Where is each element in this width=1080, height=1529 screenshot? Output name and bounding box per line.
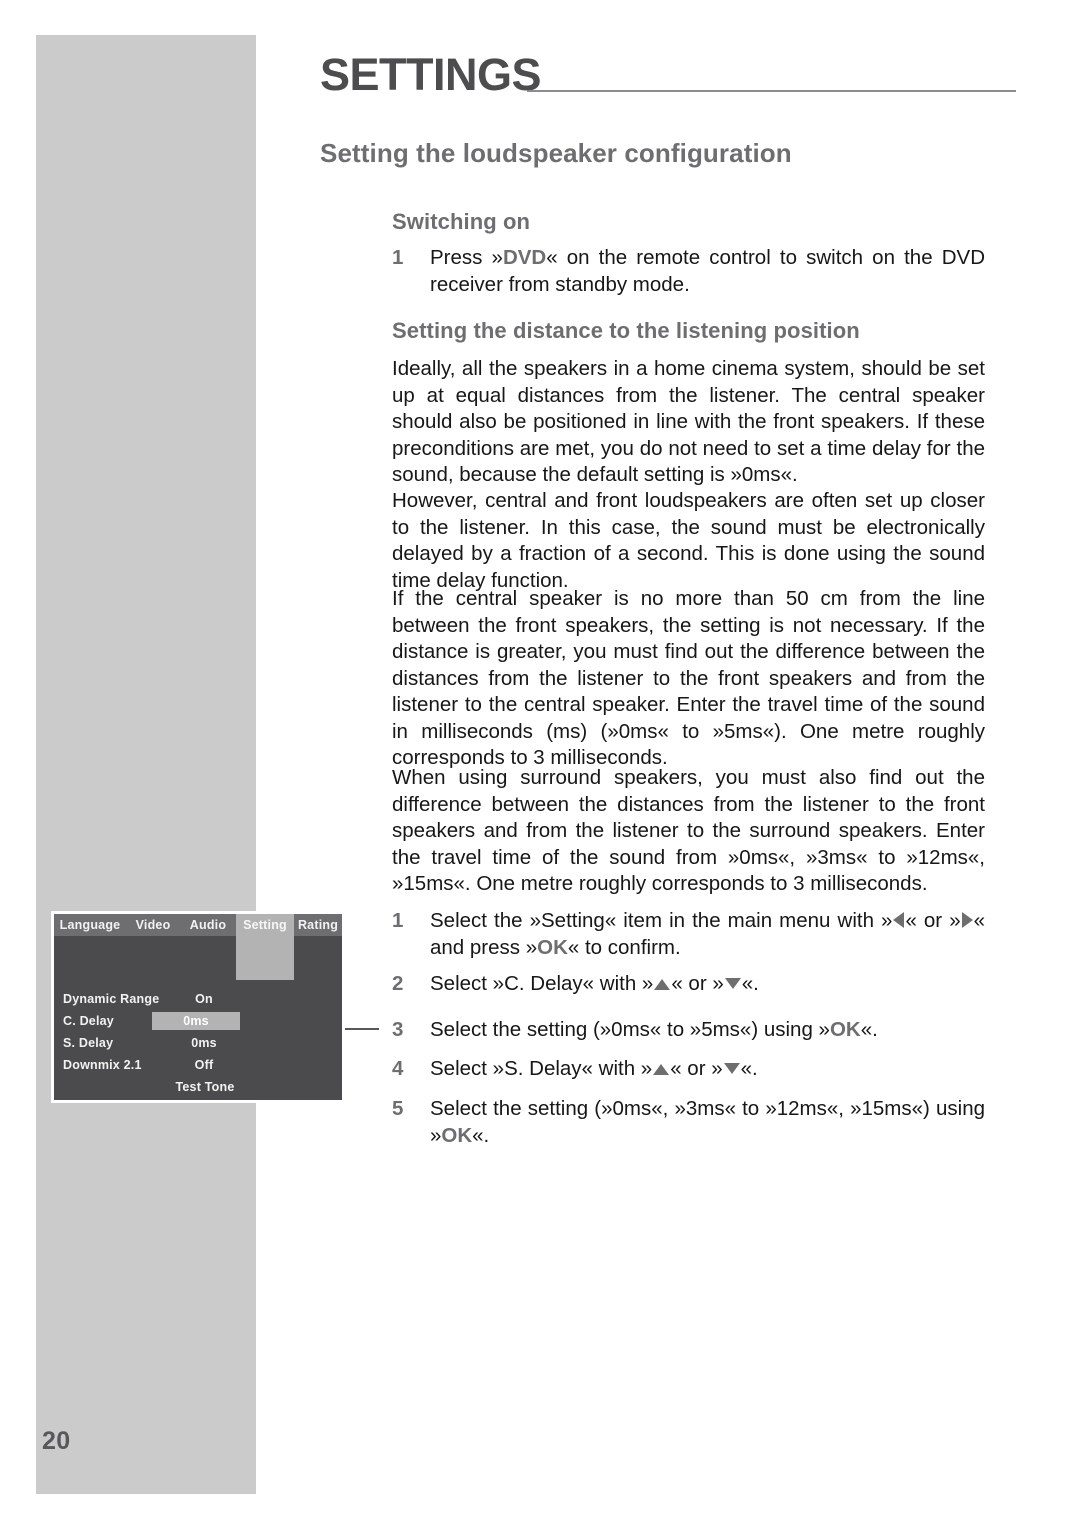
step-text: Press »DVD« on the remote control to swi… <box>430 245 985 298</box>
keyword-ok: OK <box>441 1123 473 1147</box>
osd-row-value: On <box>195 992 213 1006</box>
osd-row-s-delay[interactable]: S. Delay 0ms <box>54 1032 342 1054</box>
paragraph-ideal-placement: Ideally, all the speakers in a home cine… <box>392 357 985 486</box>
step-text: Select the setting (»0ms« to »5ms«) usin… <box>430 1017 985 1044</box>
step-text-part4: «. <box>472 1123 490 1147</box>
osd-row-value: Off <box>194 1058 214 1072</box>
osd-leader-line <box>345 1028 379 1030</box>
title-rule-divider <box>527 90 1016 92</box>
procedure-step-1: 1 Select the »Setting« item in the main … <box>392 908 985 961</box>
step-text-part1: Select the setting (»0ms« to »5ms«) usin… <box>430 1018 830 1041</box>
osd-tab-language[interactable]: Language <box>54 914 126 936</box>
manual-page: 20 SETTINGS Setting the loudspeaker conf… <box>0 0 1080 1529</box>
chapter-title: SETTINGS <box>320 49 542 100</box>
osd-row-test-tone[interactable]: Test Tone <box>54 1076 342 1098</box>
keyword-dvd: DVD <box>502 246 547 269</box>
step-text-part2: « or » <box>670 1057 723 1080</box>
procedure-step-4: 4 Select »S. Delay« with » « or » «. <box>392 1056 985 1083</box>
down-arrow-icon <box>723 1063 740 1074</box>
osd-test-tone-label: Test Tone <box>175 1080 235 1094</box>
osd-row-label: S. Delay <box>63 1036 114 1050</box>
step-text-part1: Select »C. Delay« with » <box>430 972 654 995</box>
keyword-ok: OK <box>537 935 568 959</box>
osd-screenshot: Language Video Audio Setting Rating Dyna… <box>51 911 345 1103</box>
osd-row-value-selected: 0ms <box>152 1012 240 1030</box>
procedure-step-3: 3 Select the setting (»0ms« to »5ms«) us… <box>392 1017 985 1044</box>
step-text-part3: «. <box>740 1057 758 1080</box>
keyword-ok: OK <box>829 1018 861 1041</box>
osd-tab-rating[interactable]: Rating <box>294 914 342 936</box>
osd-tab-video[interactable]: Video <box>126 914 180 936</box>
osd-row-label: Dynamic Range <box>63 992 160 1006</box>
up-arrow-icon <box>654 979 671 990</box>
osd-settings-list: Dynamic Range On C. Delay 0ms S. Delay 0… <box>54 988 342 1098</box>
step-text-part2: « or » <box>905 909 961 932</box>
procedure-step-5: 5 Select the setting (»0ms«, »3ms« to »1… <box>392 1096 985 1149</box>
step-number: 1 <box>392 909 404 932</box>
step-text-part1: Select the »Setting« item in the main me… <box>430 909 893 932</box>
osd-selected-tab-panel <box>236 936 294 980</box>
osd-row-downmix[interactable]: Downmix 2.1 Off <box>54 1054 342 1076</box>
step-number: 3 <box>392 1018 404 1041</box>
step-text-prefix: Press » <box>430 246 503 269</box>
left-side-band <box>36 35 256 1494</box>
step-number: 5 <box>392 1097 404 1120</box>
step-text-part4: « to confirm. <box>567 935 681 959</box>
down-arrow-icon <box>724 978 741 989</box>
up-arrow-icon <box>653 1064 670 1075</box>
heading-setting-distance: Setting the distance to the listening po… <box>392 318 860 343</box>
step-text-part1: Select »S. Delay« with » <box>430 1057 653 1080</box>
step-text-part4: «. <box>860 1018 878 1041</box>
osd-row-label: C. Delay <box>63 1014 114 1028</box>
step-number: 2 <box>392 972 404 995</box>
page-number: 20 <box>42 1427 71 1455</box>
osd-row-dynamic-range[interactable]: Dynamic Range On <box>54 988 342 1010</box>
osd-row-value: 0ms <box>191 1036 217 1050</box>
right-arrow-icon <box>961 912 973 928</box>
step-text-part1: Select the setting (»0ms«, »3ms« to »12m… <box>430 1097 985 1147</box>
switching-on-step: 1 Press »DVD« on the remote control to s… <box>392 245 985 298</box>
osd-tab-audio[interactable]: Audio <box>180 914 236 936</box>
step-text: Select the »Setting« item in the main me… <box>430 908 985 961</box>
paragraph-central-speaker: If the central speaker is no more than 5… <box>392 587 985 769</box>
step-text: Select »S. Delay« with » « or » «. <box>430 1056 985 1083</box>
page-title: Setting the loudspeaker configuration <box>320 138 792 168</box>
osd-row-c-delay[interactable]: C. Delay 0ms <box>54 1010 342 1032</box>
paragraph-surround-speaker: When using surround speakers, you must a… <box>392 766 985 895</box>
step-text-part3: «. <box>741 972 759 995</box>
osd-screen: Language Video Audio Setting Rating Dyna… <box>54 914 342 1100</box>
step-text-part2: « or » <box>671 972 724 995</box>
heading-switching-on: Switching on <box>392 209 531 234</box>
step-text: Select »C. Delay« with » « or » «. <box>430 971 985 998</box>
step-number: 4 <box>392 1057 404 1080</box>
step-number: 1 <box>392 246 404 269</box>
osd-tab-bar: Language Video Audio Setting Rating <box>54 914 342 936</box>
left-arrow-icon <box>893 912 905 928</box>
procedure-step-2: 2 Select »C. Delay« with » « or » «. <box>392 971 985 998</box>
step-text: Select the setting (»0ms«, »3ms« to »12m… <box>430 1096 985 1149</box>
osd-row-label: Downmix 2.1 <box>63 1058 142 1072</box>
osd-tab-setting[interactable]: Setting <box>236 914 294 936</box>
paragraph-closer-setup: However, central and front loudspeakers … <box>392 489 985 592</box>
